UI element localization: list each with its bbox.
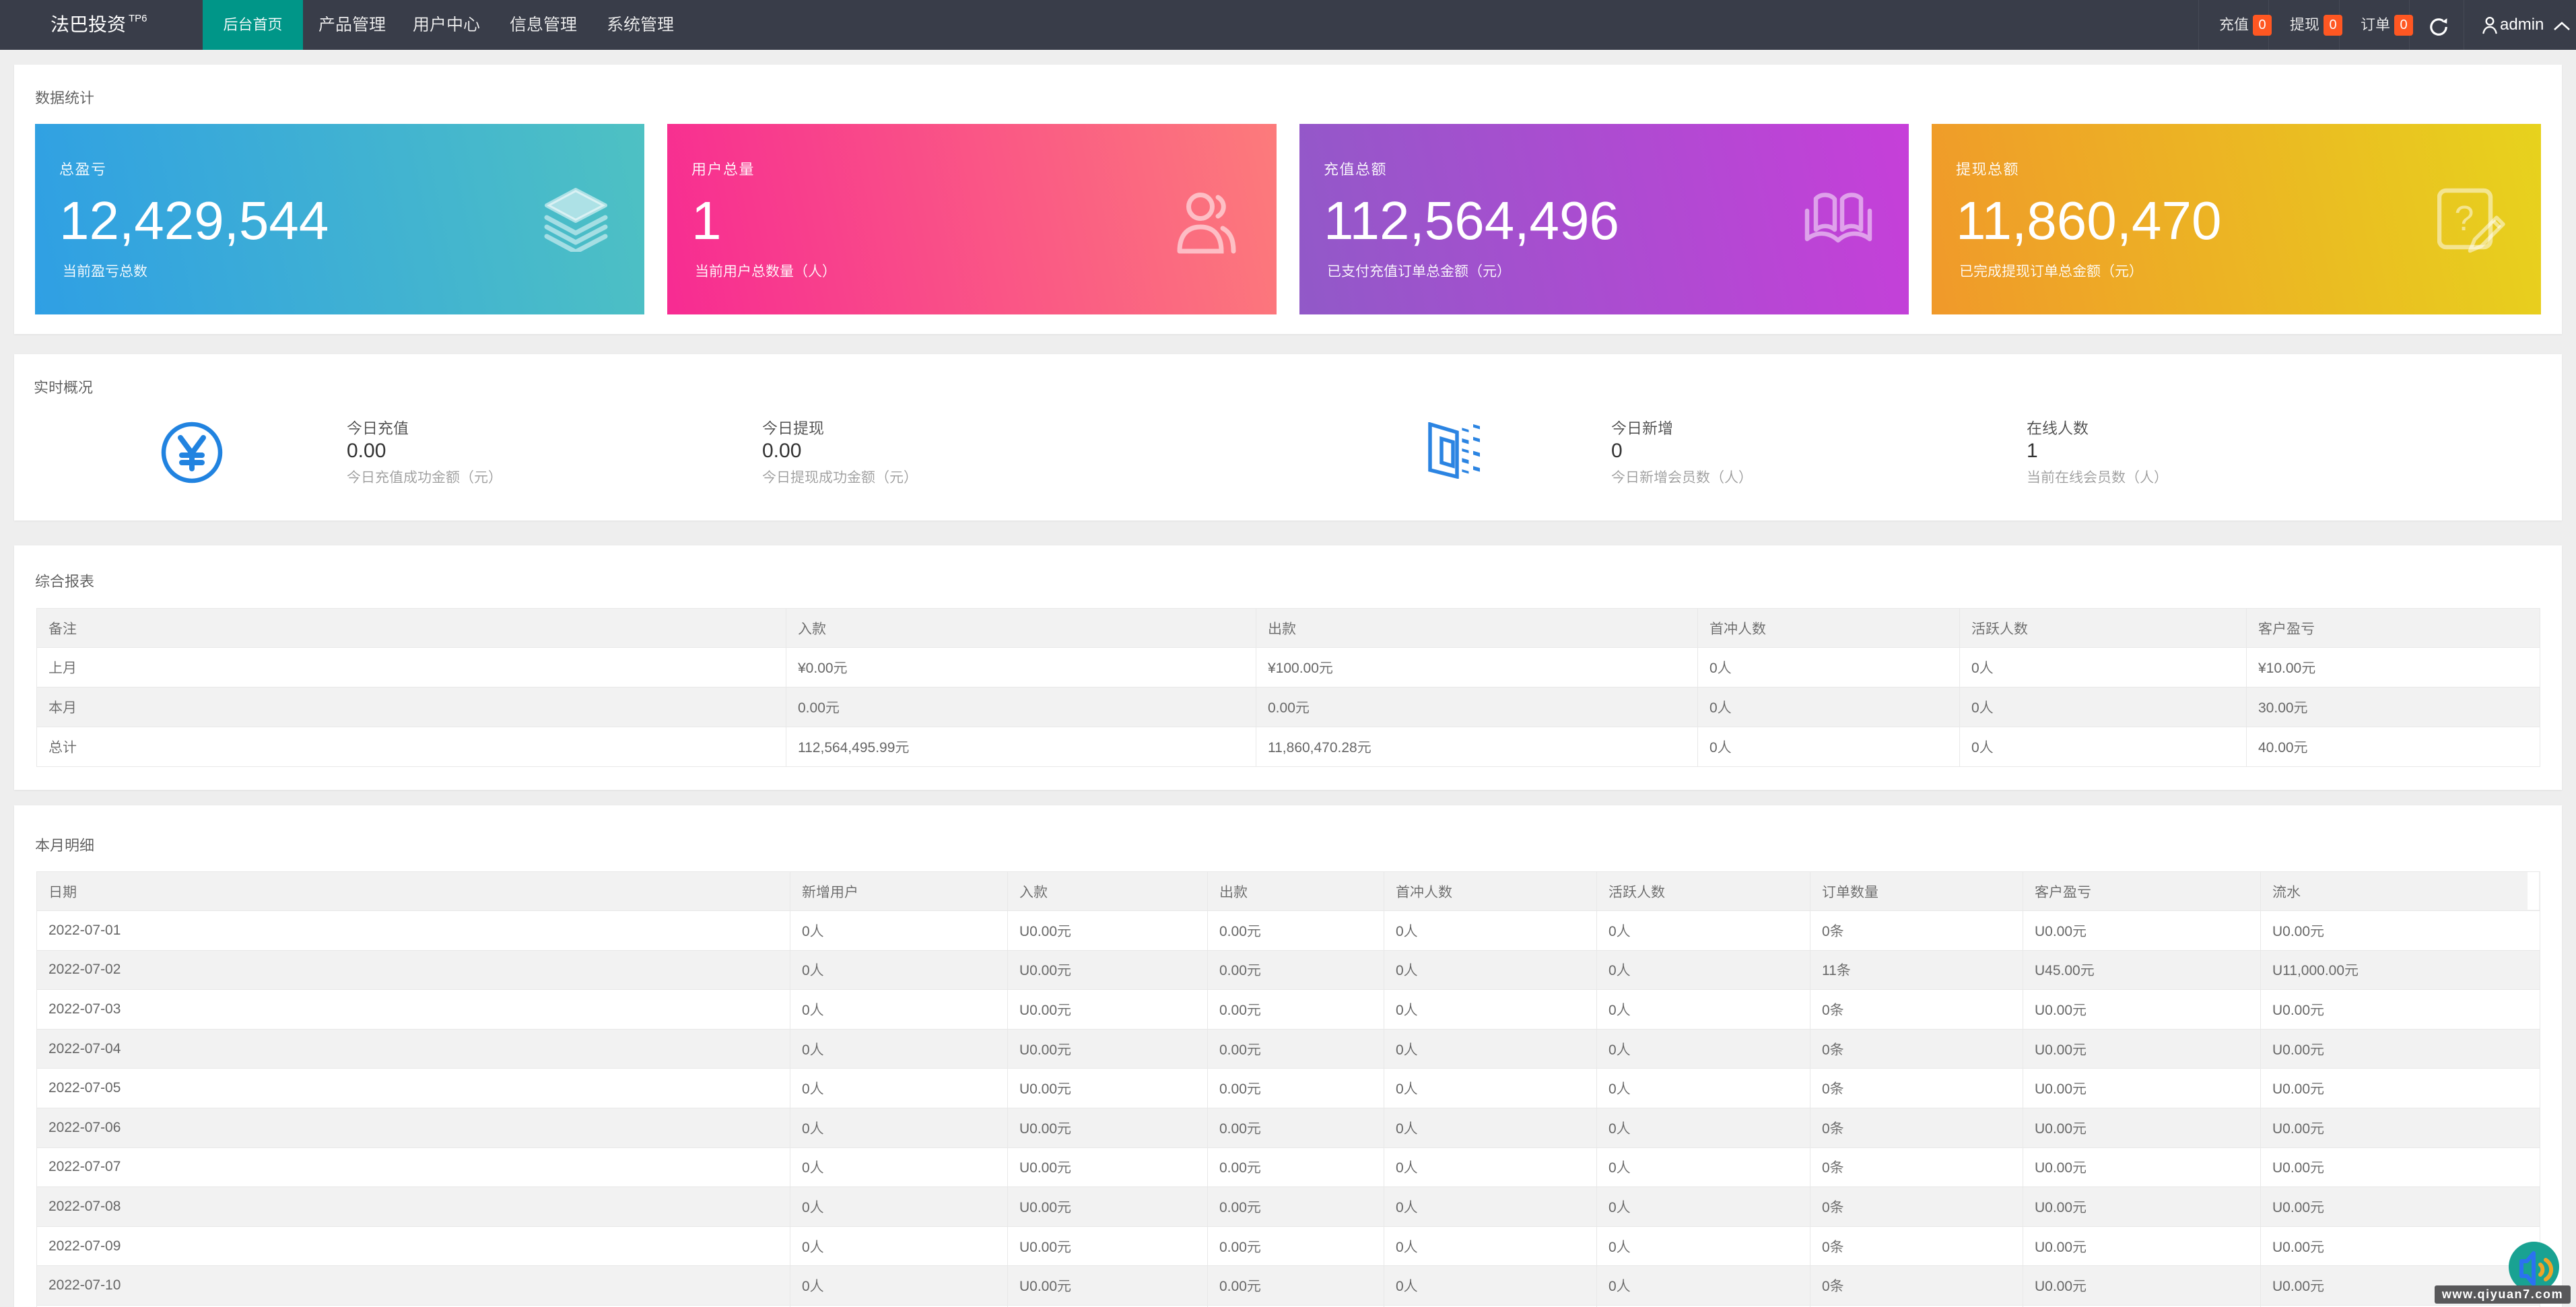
svg-text:?: ? xyxy=(2455,199,2474,238)
